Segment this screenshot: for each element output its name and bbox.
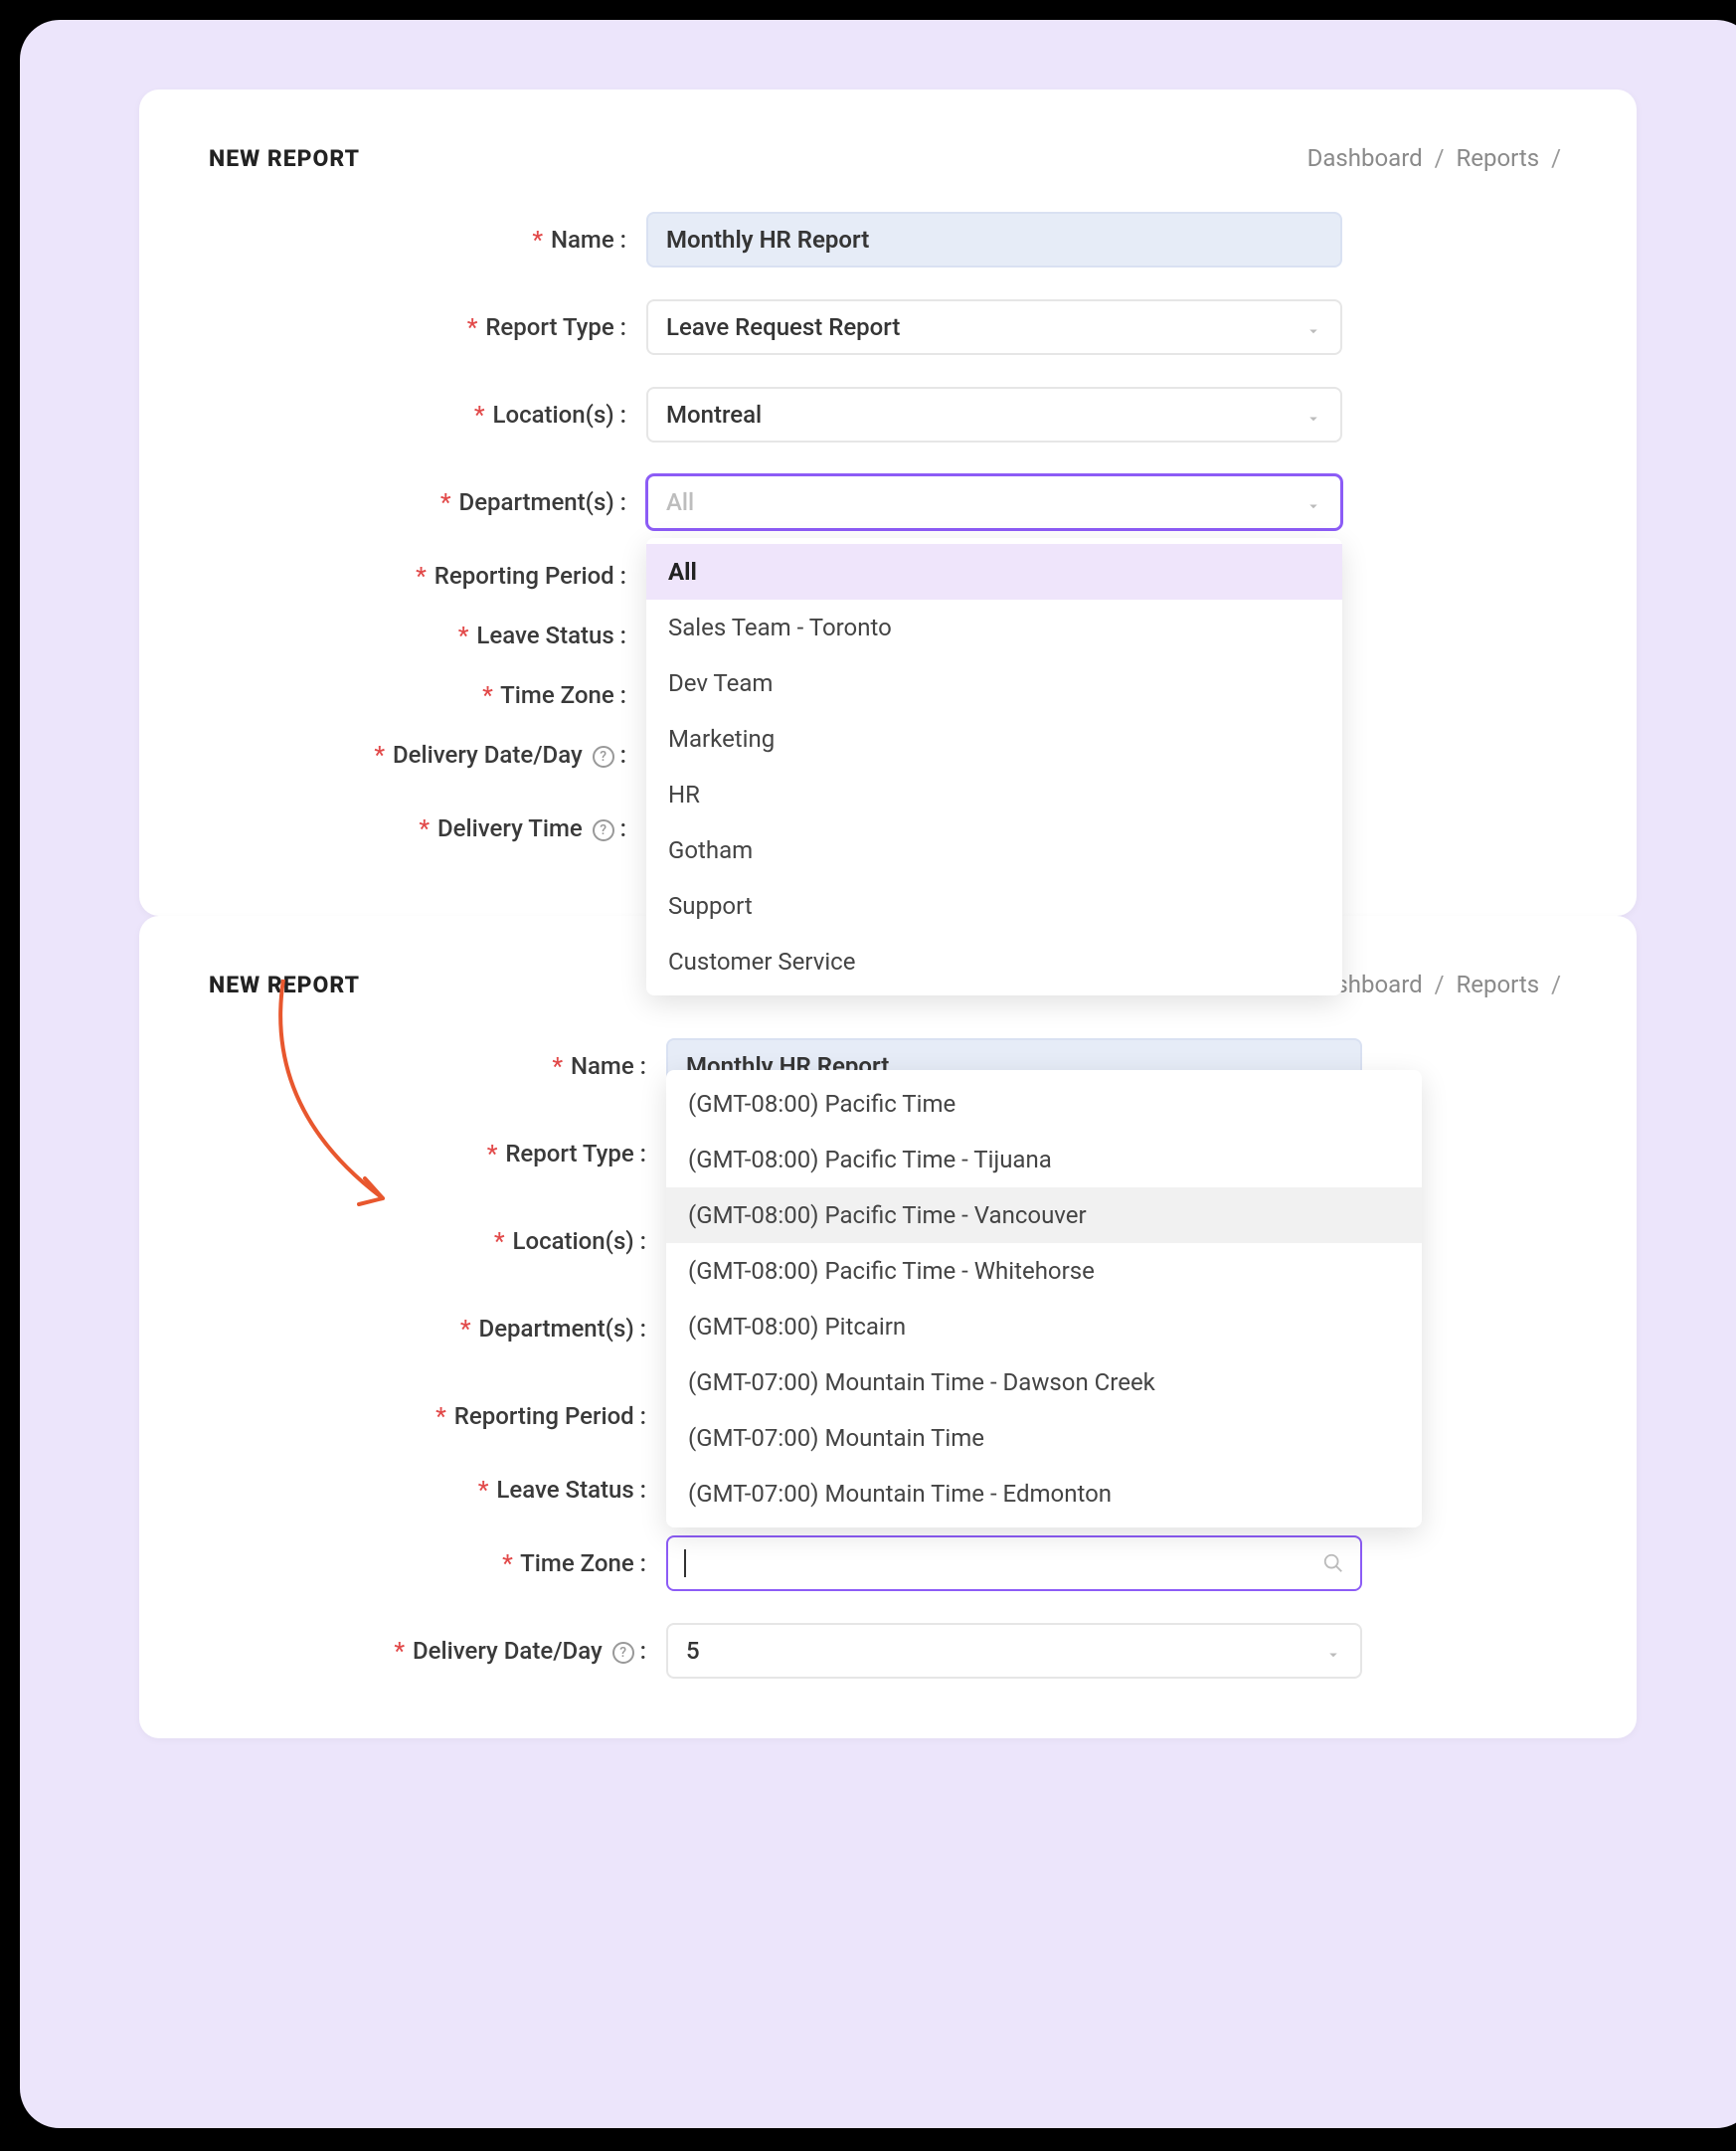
chevron-down-icon bbox=[1304, 318, 1322, 336]
dropdown-option[interactable]: (GMT-08:00) Pacific Time - Tijuana bbox=[666, 1132, 1422, 1187]
dropdown-option[interactable]: (GMT-08:00) Pitcairn bbox=[666, 1299, 1422, 1354]
label-time-zone: * Time Zone : bbox=[209, 681, 646, 709]
timezone-search-input[interactable] bbox=[666, 1535, 1362, 1591]
label-locations: * Location(s) : bbox=[209, 401, 646, 429]
chevron-down-icon bbox=[1324, 1642, 1342, 1660]
dropdown-option[interactable]: HR bbox=[646, 767, 1342, 822]
page-title: NEW REPORT bbox=[209, 145, 360, 172]
chevron-down-icon bbox=[1304, 493, 1322, 511]
label-reporting-period: * Reporting Period : bbox=[209, 1402, 666, 1430]
dropdown-option[interactable]: (GMT-07:00) Mountain Time - Dawson Creek bbox=[666, 1354, 1422, 1410]
breadcrumb-item[interactable]: Dashboard bbox=[1307, 144, 1423, 172]
dropdown-option[interactable]: All bbox=[646, 544, 1342, 600]
dropdown-option[interactable]: Customer Service bbox=[646, 934, 1342, 989]
label-report-type: * Report Type : bbox=[209, 313, 646, 341]
label-delivery-time: * Delivery Time ? : bbox=[209, 814, 646, 842]
help-icon[interactable]: ? bbox=[593, 819, 614, 841]
dropdown-option[interactable]: Sales Team - Toronto bbox=[646, 600, 1342, 655]
help-icon[interactable]: ? bbox=[593, 746, 614, 768]
text-cursor bbox=[684, 1549, 686, 1577]
label-leave-status: * Leave Status : bbox=[209, 622, 646, 649]
timezone-dropdown: (GMT-08:00) Pacific Time (GMT-08:00) Pac… bbox=[666, 1070, 1422, 1527]
dropdown-option[interactable]: (GMT-07:00) Mountain Time - Edmonton bbox=[666, 1466, 1422, 1522]
report-type-select[interactable]: Leave Request Report bbox=[646, 299, 1342, 355]
breadcrumb: Dashboard / Reports / bbox=[1307, 144, 1567, 172]
dropdown-option[interactable]: (GMT-07:00) Mountain Time bbox=[666, 1410, 1422, 1466]
dropdown-option[interactable]: Support bbox=[646, 878, 1342, 934]
breadcrumb-sep: / bbox=[1551, 971, 1561, 998]
dropdown-option[interactable]: Dev Team bbox=[646, 655, 1342, 711]
dropdown-option[interactable]: (GMT-08:00) Pacific Time - Whitehorse bbox=[666, 1243, 1422, 1299]
locations-select[interactable]: Montreal bbox=[646, 387, 1342, 443]
report-form-card-timezone: NEW REPORT Dashboard / Reports / * Name … bbox=[139, 916, 1637, 1738]
breadcrumb: Dashboard / Reports / bbox=[1307, 971, 1567, 998]
label-name: * Name : bbox=[209, 226, 646, 254]
label-report-type: * Report Type : bbox=[209, 1140, 666, 1167]
dropdown-option[interactable]: (GMT-08:00) Pacific Time - Vancouver bbox=[666, 1187, 1422, 1243]
departments-dropdown: All Sales Team - Toronto Dev Team Market… bbox=[646, 538, 1342, 995]
chevron-down-icon bbox=[1304, 406, 1322, 424]
label-delivery-date: * Delivery Date/Day ? : bbox=[209, 741, 646, 769]
delivery-date-select[interactable]: 5 bbox=[666, 1623, 1362, 1679]
label-departments: * Department(s) : bbox=[209, 1315, 666, 1343]
label-time-zone: * Time Zone : bbox=[209, 1549, 666, 1577]
breadcrumb-item[interactable]: Reports bbox=[1457, 144, 1540, 172]
dropdown-option[interactable]: Marketing bbox=[646, 711, 1342, 767]
breadcrumb-sep: / bbox=[1435, 971, 1445, 998]
breadcrumb-sep: / bbox=[1435, 144, 1445, 172]
card-header: NEW REPORT Dashboard / Reports / bbox=[209, 144, 1567, 172]
label-locations: * Location(s) : bbox=[209, 1227, 666, 1255]
breadcrumb-item[interactable]: Reports bbox=[1457, 971, 1540, 998]
breadcrumb-sep: / bbox=[1551, 144, 1561, 172]
name-input[interactable]: Monthly HR Report bbox=[646, 212, 1342, 268]
label-name: * Name : bbox=[209, 1052, 666, 1080]
report-form-card-departments: NEW REPORT Dashboard / Reports / * Name … bbox=[139, 90, 1637, 916]
page-title: NEW REPORT bbox=[209, 972, 360, 998]
dropdown-option[interactable]: (GMT-08:00) Pacific Time bbox=[666, 1076, 1422, 1132]
search-icon bbox=[1322, 1552, 1344, 1574]
label-reporting-period: * Reporting Period : bbox=[209, 562, 646, 590]
help-icon[interactable]: ? bbox=[612, 1642, 634, 1664]
label-leave-status: * Leave Status : bbox=[209, 1476, 666, 1504]
departments-select[interactable]: All bbox=[646, 474, 1342, 530]
dropdown-option[interactable]: Gotham bbox=[646, 822, 1342, 878]
label-departments: * Department(s) : bbox=[209, 488, 646, 516]
label-delivery-date: * Delivery Date/Day ? : bbox=[209, 1637, 666, 1665]
